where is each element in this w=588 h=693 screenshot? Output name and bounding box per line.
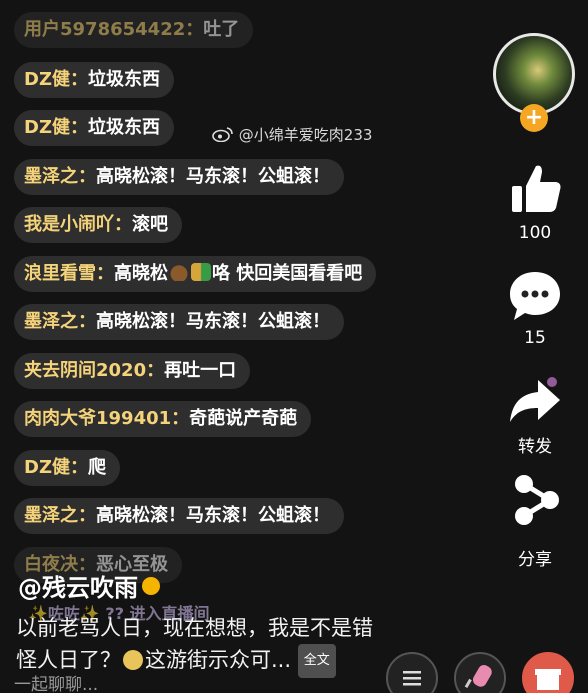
forward-arrow-icon bbox=[510, 377, 560, 422]
chat-input[interactable]: 一起聊聊... bbox=[14, 670, 98, 693]
like-button[interactable] bbox=[500, 160, 570, 222]
chat-username: DZ健： bbox=[24, 117, 88, 138]
chat-text: 高晓松 bbox=[114, 263, 168, 284]
follow-plus-button[interactable]: + bbox=[520, 104, 548, 132]
weibo-icon bbox=[212, 127, 233, 142]
chat-text: 爬 bbox=[88, 457, 106, 478]
chat-username: 墨泽之： bbox=[24, 505, 96, 526]
forward-label: 转发 bbox=[518, 437, 552, 457]
popsicle-icon bbox=[464, 665, 492, 688]
caption-line: 以前老骂人日，现在想想，我是不是错 bbox=[16, 616, 373, 640]
menu-icon bbox=[403, 671, 421, 686]
comment-count: 15 bbox=[524, 328, 546, 348]
chat-message: 我是小闹吖：滚吧 bbox=[14, 207, 182, 243]
verified-badge-icon bbox=[142, 577, 160, 595]
comment-button[interactable] bbox=[500, 268, 570, 328]
chat-username: 用户5978654422： bbox=[24, 19, 204, 40]
chat-message: 墨泽之：高晓松滚！马东滚！公蛆滚！ bbox=[14, 498, 344, 534]
chat-text: 垃圾东西 bbox=[88, 117, 160, 138]
chat-message: DZ健：垃圾东西 bbox=[14, 62, 174, 98]
chat-text: 再吐一口 bbox=[164, 360, 237, 381]
dog-emoji-icon bbox=[123, 650, 143, 670]
chat-message: 用户5978654422：吐了 bbox=[14, 12, 254, 48]
chat-text: 高晓松滚！马东滚！公蛆滚！ bbox=[96, 505, 330, 526]
full-text-button[interactable]: 全文 bbox=[297, 644, 336, 678]
chat-username: DZ健： bbox=[24, 69, 88, 90]
chat-text: 垃圾东西 bbox=[88, 69, 160, 90]
author-name[interactable]: @残云吹雨 bbox=[18, 568, 160, 603]
chat-text: 滚吧 bbox=[132, 214, 168, 235]
chat-text: 高晓松滚！马东滚！公蛆滚！ bbox=[96, 166, 330, 187]
couple-emoji-icon bbox=[191, 263, 211, 281]
share-button[interactable] bbox=[500, 470, 570, 536]
chat-message: 墨泽之：高晓松滚！马东滚！公蛆滚！ bbox=[14, 304, 344, 340]
plus-icon: + bbox=[524, 105, 544, 130]
share-label: 分享 bbox=[518, 550, 552, 570]
chat-message: 肉肉大爷199401：奇葩说产奇葩 bbox=[14, 401, 312, 437]
author-avatar[interactable] bbox=[493, 33, 575, 115]
chat-username: 浪里看雪： bbox=[24, 263, 114, 284]
chat-username: DZ健： bbox=[24, 457, 88, 478]
chat-message: 浪里看雪：高晓松 咯 快回美国看看吧 bbox=[14, 256, 377, 292]
chat-text: 奇葩说产奇葩 bbox=[189, 408, 298, 429]
comment-bubble-icon bbox=[510, 272, 560, 320]
author-text: @残云吹雨 bbox=[18, 574, 138, 602]
share-nodes-icon bbox=[515, 475, 559, 525]
chat-username: 墨泽之： bbox=[24, 311, 96, 332]
forward-button[interactable] bbox=[500, 372, 570, 432]
chat-message: 夹去阴间2020：再吐一口 bbox=[14, 353, 251, 389]
menu-button[interactable] bbox=[386, 652, 438, 693]
weibo-watermark: @小绵羊爱吃肉233 bbox=[212, 124, 372, 145]
thumbs-up-icon bbox=[512, 165, 561, 212]
sticker-button[interactable] bbox=[454, 652, 506, 693]
poop-emoji-icon bbox=[169, 263, 189, 281]
chat-username: 夹去阴间2020： bbox=[24, 360, 165, 381]
like-count: 100 bbox=[518, 223, 552, 243]
watermark-text: @小绵羊爱吃肉233 bbox=[238, 126, 373, 144]
gift-icon bbox=[535, 669, 561, 690]
chat-username: 我是小闹吖： bbox=[24, 214, 132, 235]
chat-username: 墨泽之： bbox=[24, 166, 96, 187]
chat-text: 咯 快回美国看看吧 bbox=[212, 263, 363, 284]
gift-button[interactable] bbox=[522, 652, 574, 693]
chat-text: 吐了 bbox=[203, 19, 240, 40]
chat-message: DZ健：爬 bbox=[14, 450, 120, 486]
chat-username: 肉肉大爷199401： bbox=[24, 408, 190, 429]
chat-message: 墨泽之：高晓松滚！马东滚！公蛆滚！ bbox=[14, 159, 344, 195]
chat-message: DZ健：垃圾东西 bbox=[14, 110, 174, 146]
chat-text: 高晓松滚！马东滚！公蛆滚！ bbox=[96, 311, 330, 332]
